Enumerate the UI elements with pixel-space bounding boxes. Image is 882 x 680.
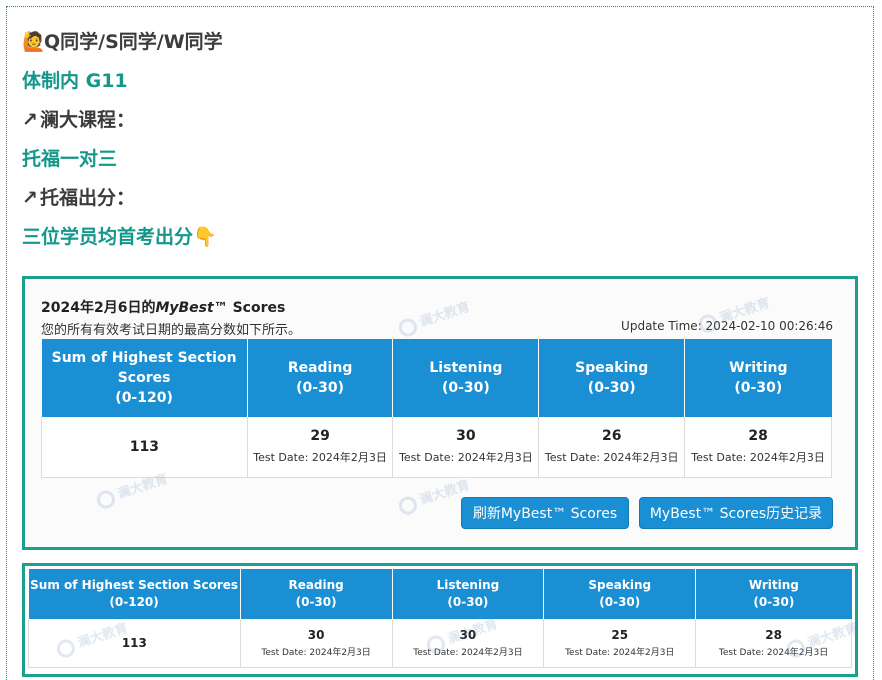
result-value: 三位学员均首考出分👇 <box>22 226 217 248</box>
listening-cell: 30 Test Date: 2024年2月3日 <box>392 417 540 478</box>
person-raising-hand-icon: 🙋 <box>22 31 46 53</box>
refresh-mybest-button[interactable]: 刷新MyBest™ Scores <box>461 497 629 529</box>
header-writing: Writing (0-30) <box>695 569 852 619</box>
scores-table-2: Sum of Highest Section Scores (0-120) Rea… <box>28 569 852 668</box>
course-value: 托福一对三 <box>22 148 118 170</box>
scores-table: Sum of Highest Section Scores (0-120) Rea… <box>41 339 832 478</box>
mybest-scores-screenshot-2: Sum of Highest Section Scores (0-120) Rea… <box>22 563 860 677</box>
header-reading: Reading (0-30) <box>240 569 393 619</box>
watermark: 澜大教育 <box>396 296 473 339</box>
header-speaking: Speaking (0-30) <box>538 339 686 417</box>
header-listening: Listening (0-30) <box>392 339 540 417</box>
scores-value-row: 113 30 Test Date: 2024年2月3日 30 Test Date: … <box>28 619 852 668</box>
header-speaking: Speaking (0-30) <box>543 569 697 619</box>
header-writing: Writing (0-30) <box>684 339 832 417</box>
reading-cell: 30 Test Date: 2024年2月3日 <box>240 619 393 668</box>
header-total: Sum of Highest Section Scores (0-120) <box>28 569 241 619</box>
mybest-scores-screenshot: 2024年2月6日的MyBest™ Scores 您的所有有效考试日期的最高分数… <box>22 276 858 550</box>
listening-cell: 30 Test Date: 2024年2月3日 <box>392 619 545 668</box>
course-heading: ↗ 澜大课程： <box>22 109 136 131</box>
mybest-history-button[interactable]: MyBest™ Scores历史记录 <box>639 497 833 529</box>
writing-cell: 28 Test Date: 2024年2月3日 <box>684 417 832 478</box>
result-heading: ↗ 托福出分： <box>22 187 136 209</box>
school-line: 体制内 G11 <box>22 70 128 92</box>
scores-value-row: 113 29 Test Date: 2024年2月3日 30 Test Date: … <box>41 417 832 478</box>
scores-title: 2024年2月6日的MyBest™ Scores <box>41 300 286 316</box>
speaking-cell: 25 Test Date: 2024年2月3日 <box>543 619 697 668</box>
scores-header-row: Sum of Highest Section Scores (0-120) Rea… <box>28 569 852 619</box>
update-time: Update Time: 2024-02-10 00:26:46 <box>621 319 833 333</box>
total-score: 113 <box>28 619 241 668</box>
reading-cell: 29 Test Date: 2024年2月3日 <box>247 417 394 478</box>
header-listening: Listening (0-30) <box>392 569 545 619</box>
scores-header-row: Sum of Highest Section Scores (0-120) Rea… <box>41 339 832 417</box>
arrow-up-right-icon: ↗ <box>22 187 38 209</box>
point-down-icon: 👇 <box>193 226 217 248</box>
students-line: 🙋Q同学/S同学/W同学 <box>22 31 223 53</box>
scores-subtitle: 您的所有有效考试日期的最高分数如下所示。 <box>41 323 302 338</box>
header-reading: Reading (0-30) <box>247 339 394 417</box>
header-total: Sum of Highest Section Scores (0-120) <box>41 339 248 417</box>
arrow-up-right-icon: ↗ <box>22 109 38 131</box>
total-score: 113 <box>41 417 248 478</box>
writing-cell: 28 Test Date: 2024年2月3日 <box>695 619 852 668</box>
speaking-cell: 26 Test Date: 2024年2月3日 <box>538 417 686 478</box>
